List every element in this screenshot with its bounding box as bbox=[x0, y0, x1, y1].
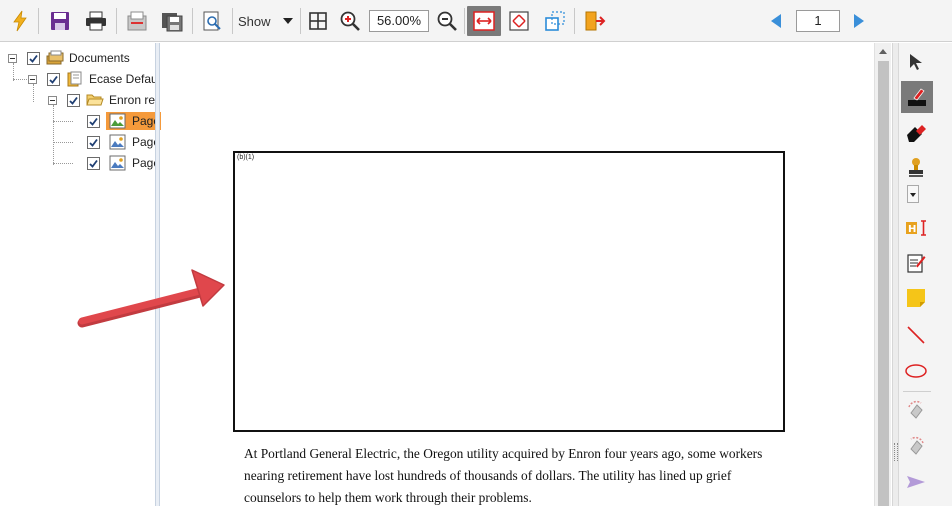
checkbox-checked-icon[interactable] bbox=[87, 114, 100, 128]
paragraph-line: nearing retirement have lost hundreds of… bbox=[244, 468, 732, 483]
tree-node-collection[interactable]: Ecase Defau bbox=[47, 69, 158, 89]
previous-page-icon[interactable] bbox=[762, 7, 790, 35]
save-icon[interactable] bbox=[46, 7, 74, 35]
tree-connector bbox=[53, 121, 73, 122]
scroll-up-arrow[interactable] bbox=[879, 49, 887, 54]
scrollbar-thumb[interactable] bbox=[878, 61, 889, 506]
print-icon[interactable] bbox=[82, 7, 110, 35]
process-icon[interactable] bbox=[6, 7, 34, 35]
tree-node-page[interactable]: Page bbox=[87, 132, 160, 152]
vertical-scrollbar[interactable] bbox=[874, 43, 891, 506]
checkbox-checked-icon[interactable] bbox=[47, 72, 60, 86]
zoom-in-icon[interactable] bbox=[336, 7, 364, 35]
sticky-note-icon[interactable] bbox=[901, 283, 931, 313]
eraser-redact-icon[interactable] bbox=[901, 118, 931, 148]
toolbar-separator bbox=[574, 8, 575, 34]
select-pointer-icon[interactable] bbox=[901, 47, 931, 77]
paragraph-line: counselors to help them work through the… bbox=[244, 490, 532, 505]
document-tree: Documents Ecase Defau Enron re Page Page… bbox=[0, 43, 165, 506]
chevron-down-icon bbox=[282, 18, 293, 24]
collapse-toggle[interactable] bbox=[48, 96, 57, 105]
tree-node-page[interactable]: Page bbox=[87, 111, 165, 131]
svg-text:H: H bbox=[908, 224, 916, 235]
panel-grip[interactable] bbox=[893, 43, 899, 506]
redaction-code-label: (b)(1) bbox=[237, 154, 255, 161]
zoom-level-input[interactable]: 56.00% bbox=[369, 10, 429, 32]
export-icon[interactable] bbox=[123, 7, 151, 35]
toolbar-separator bbox=[464, 8, 465, 34]
rotate-left-icon[interactable] bbox=[901, 395, 931, 425]
tree-node-page[interactable]: Page bbox=[87, 153, 160, 173]
image-page-icon bbox=[109, 113, 127, 129]
document-viewer[interactable]: (b)(1) At Portland General Electric, the… bbox=[161, 43, 874, 506]
stamp-icon[interactable] bbox=[901, 153, 931, 183]
checkbox-checked-icon[interactable] bbox=[67, 93, 80, 107]
rotate-right-icon[interactable] bbox=[901, 431, 931, 461]
open-folder-icon bbox=[86, 92, 104, 108]
tree-node-label: Enron re bbox=[109, 93, 156, 107]
main-toolbar: Show 56.00% 1 bbox=[0, 0, 952, 42]
note-edit-icon[interactable] bbox=[901, 248, 931, 278]
show-dropdown[interactable]: Show bbox=[238, 10, 296, 32]
paragraph-line: At Portland General Electric, the Oregon… bbox=[244, 446, 763, 461]
documents-stack-icon bbox=[46, 50, 64, 66]
tree-node-folder[interactable]: Enron re bbox=[67, 90, 155, 110]
text-redact-icon[interactable]: H bbox=[901, 213, 931, 243]
tree-connector bbox=[53, 142, 73, 143]
tree-node-documents[interactable]: Documents bbox=[27, 48, 130, 68]
tool-separator bbox=[903, 391, 931, 392]
toolbar-separator bbox=[192, 8, 193, 34]
image-page-icon bbox=[109, 134, 127, 150]
checkbox-checked-icon[interactable] bbox=[27, 51, 40, 65]
fit-width-icon[interactable] bbox=[467, 6, 501, 36]
line-tool-icon[interactable] bbox=[901, 320, 931, 350]
preview-icon[interactable] bbox=[198, 7, 226, 35]
fit-page-icon[interactable] bbox=[505, 7, 533, 35]
toolbar-separator bbox=[300, 8, 301, 34]
grip-dots bbox=[894, 443, 898, 461]
collapse-toggle[interactable] bbox=[28, 75, 37, 84]
case-folder-icon bbox=[66, 71, 84, 87]
checkbox-checked-icon[interactable] bbox=[87, 156, 100, 170]
exit-icon[interactable] bbox=[580, 7, 608, 35]
checkbox-checked-icon[interactable] bbox=[87, 135, 100, 149]
show-dropdown-label: Show bbox=[238, 13, 271, 29]
fit-grid-icon[interactable] bbox=[304, 7, 332, 35]
tree-connector bbox=[53, 163, 73, 164]
collapse-toggle[interactable] bbox=[8, 54, 17, 63]
toolbar-separator bbox=[116, 8, 117, 34]
ellipse-tool-icon[interactable] bbox=[901, 356, 931, 386]
image-page-icon bbox=[109, 155, 127, 171]
annotation-tools-panel: H bbox=[892, 43, 952, 506]
tree-connector bbox=[13, 79, 29, 80]
tree-node-label: Documents bbox=[69, 51, 130, 65]
send-icon[interactable] bbox=[901, 467, 931, 497]
save-as-icon[interactable] bbox=[158, 7, 186, 35]
redaction-box[interactable]: (b)(1) bbox=[233, 151, 785, 432]
pane-splitter[interactable] bbox=[155, 43, 160, 506]
page-number-input[interactable]: 1 bbox=[796, 10, 840, 32]
select-area-icon[interactable] bbox=[541, 7, 569, 35]
tree-connector bbox=[33, 84, 34, 102]
stamp-dropdown-caret[interactable] bbox=[907, 185, 919, 203]
zoom-out-icon[interactable] bbox=[433, 7, 461, 35]
toolbar-separator bbox=[232, 8, 233, 34]
document-paragraph: At Portland General Electric, the Oregon… bbox=[244, 443, 804, 506]
tree-connector bbox=[53, 105, 54, 165]
toolbar-separator bbox=[38, 8, 39, 34]
redact-marker-icon[interactable] bbox=[901, 81, 933, 113]
tree-node-label: Ecase Defau bbox=[89, 72, 158, 86]
next-page-icon[interactable] bbox=[845, 7, 873, 35]
